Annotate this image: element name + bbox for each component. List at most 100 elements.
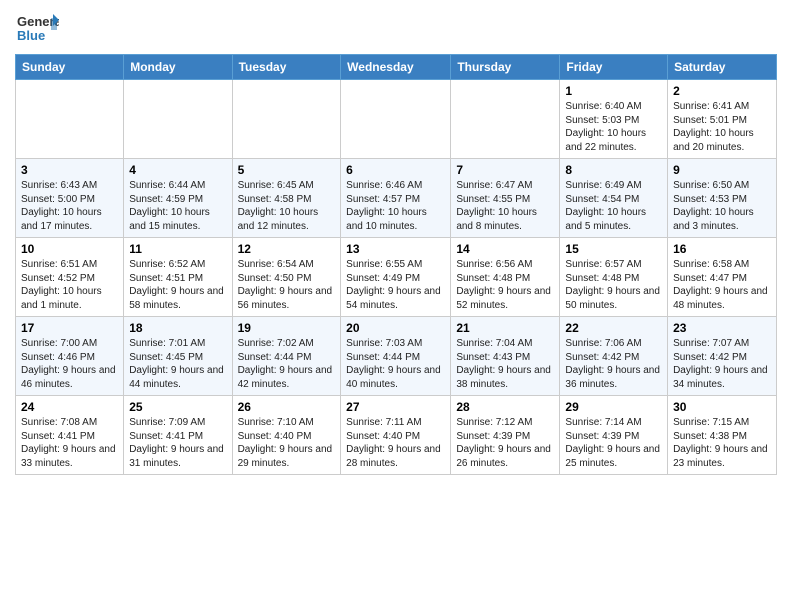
calendar-cell: 26 Sunrise: 7:10 AMSunset: 4:40 PMDayligh… <box>232 396 341 475</box>
day-number: 1 <box>565 84 662 98</box>
calendar-cell: 10 Sunrise: 6:51 AMSunset: 4:52 PMDayligh… <box>16 238 124 317</box>
calendar-cell: 25 Sunrise: 7:09 AMSunset: 4:41 PMDayligh… <box>124 396 232 475</box>
calendar-cell: 14 Sunrise: 6:56 AMSunset: 4:48 PMDayligh… <box>451 238 560 317</box>
calendar-cell: 6 Sunrise: 6:46 AMSunset: 4:57 PMDaylight… <box>341 159 451 238</box>
weekday-header: Friday <box>560 55 668 80</box>
weekday-header: Thursday <box>451 55 560 80</box>
day-info: Sunrise: 6:45 AMSunset: 4:58 PMDaylight:… <box>238 179 336 233</box>
day-info: Sunrise: 7:14 AMSunset: 4:39 PMDaylight:… <box>565 416 662 470</box>
day-number: 7 <box>456 163 554 177</box>
day-info: Sunrise: 7:15 AMSunset: 4:38 PMDaylight:… <box>673 416 771 470</box>
day-number: 18 <box>129 321 226 335</box>
weekday-header: Tuesday <box>232 55 341 80</box>
day-info: Sunrise: 7:11 AMSunset: 4:40 PMDaylight:… <box>346 416 445 470</box>
day-number: 15 <box>565 242 662 256</box>
calendar-cell <box>451 80 560 159</box>
weekday-header: Monday <box>124 55 232 80</box>
day-number: 20 <box>346 321 445 335</box>
day-number: 4 <box>129 163 226 177</box>
calendar-cell: 13Sunrise: 6:55 AMSunset: 4:49 PMDayligh… <box>341 238 451 317</box>
day-number: 29 <box>565 400 662 414</box>
weekday-header: Sunday <box>16 55 124 80</box>
day-number: 16 <box>673 242 771 256</box>
calendar-cell: 20 Sunrise: 7:03 AMSunset: 4:44 PMDayligh… <box>341 317 451 396</box>
day-number: 28 <box>456 400 554 414</box>
day-number: 11 <box>129 242 226 256</box>
day-number: 26 <box>238 400 336 414</box>
day-info: Sunrise: 7:00 AMSunset: 4:46 PMDaylight:… <box>21 337 118 391</box>
day-info: Sunrise: 7:07 AMSunset: 4:42 PMDaylight:… <box>673 337 771 391</box>
day-info: Sunrise: 7:12 AMSunset: 4:39 PMDaylight:… <box>456 416 554 470</box>
day-info: Sunrise: 6:51 AMSunset: 4:52 PMDaylight:… <box>21 258 118 312</box>
day-info: Sunrise: 7:03 AMSunset: 4:44 PMDaylight:… <box>346 337 445 391</box>
day-number: 6 <box>346 163 445 177</box>
day-number: 2 <box>673 84 771 98</box>
calendar-cell: 15 Sunrise: 6:57 AMSunset: 4:48 PMDayligh… <box>560 238 668 317</box>
day-number: 25 <box>129 400 226 414</box>
day-info: Sunrise: 7:10 AMSunset: 4:40 PMDaylight:… <box>238 416 336 470</box>
day-number: 5 <box>238 163 336 177</box>
day-info: Sunrise: 6:58 AMSunset: 4:47 PMDaylight:… <box>673 258 771 312</box>
day-info: Sunrise: 7:08 AMSunset: 4:41 PMDaylight:… <box>21 416 118 470</box>
page: General Blue SundayMondayTuesdayWednesda… <box>0 0 792 612</box>
calendar-cell: 4 Sunrise: 6:44 AMSunset: 4:59 PMDaylight… <box>124 159 232 238</box>
calendar-cell: 24Sunrise: 7:08 AMSunset: 4:41 PMDayligh… <box>16 396 124 475</box>
day-info: Sunrise: 7:04 AMSunset: 4:43 PMDaylight:… <box>456 337 554 391</box>
day-info: Sunrise: 6:50 AMSunset: 4:53 PMDaylight:… <box>673 179 771 233</box>
day-info: Sunrise: 7:09 AMSunset: 4:41 PMDaylight:… <box>129 416 226 470</box>
day-info: Sunrise: 6:57 AMSunset: 4:48 PMDaylight:… <box>565 258 662 312</box>
day-info: Sunrise: 6:52 AMSunset: 4:51 PMDaylight:… <box>129 258 226 312</box>
calendar-cell: 19 Sunrise: 7:02 AMSunset: 4:44 PMDayligh… <box>232 317 341 396</box>
day-info: Sunrise: 6:43 AMSunset: 5:00 PMDaylight:… <box>21 179 118 233</box>
calendar-cell <box>16 80 124 159</box>
day-number: 13 <box>346 242 445 256</box>
calendar-header: SundayMondayTuesdayWednesdayThursdayFrid… <box>16 55 777 80</box>
day-number: 17 <box>21 321 118 335</box>
weekday-header: Wednesday <box>341 55 451 80</box>
day-number: 21 <box>456 321 554 335</box>
calendar-cell: 30 Sunrise: 7:15 AMSunset: 4:38 PMDayligh… <box>668 396 777 475</box>
svg-text:Blue: Blue <box>17 28 45 43</box>
day-info: Sunrise: 7:01 AMSunset: 4:45 PMDaylight:… <box>129 337 226 391</box>
calendar-cell <box>341 80 451 159</box>
day-number: 23 <box>673 321 771 335</box>
logo-icon: General Blue <box>15 10 59 46</box>
day-number: 3 <box>21 163 118 177</box>
calendar-cell: 22Sunrise: 7:06 AMSunset: 4:42 PMDayligh… <box>560 317 668 396</box>
calendar-cell: 7 Sunrise: 6:47 AMSunset: 4:55 PMDaylight… <box>451 159 560 238</box>
calendar-cell: 3 Sunrise: 6:43 AMSunset: 5:00 PMDaylight… <box>16 159 124 238</box>
calendar-cell: 21 Sunrise: 7:04 AMSunset: 4:43 PMDayligh… <box>451 317 560 396</box>
day-info: Sunrise: 6:47 AMSunset: 4:55 PMDaylight:… <box>456 179 554 233</box>
calendar-cell: 18 Sunrise: 7:01 AMSunset: 4:45 PMDayligh… <box>124 317 232 396</box>
day-info: Sunrise: 6:40 AMSunset: 5:03 PMDaylight:… <box>565 100 662 154</box>
calendar-cell: 17 Sunrise: 7:00 AMSunset: 4:46 PMDayligh… <box>16 317 124 396</box>
day-number: 27 <box>346 400 445 414</box>
day-number: 22 <box>565 321 662 335</box>
calendar-cell <box>124 80 232 159</box>
calendar-cell: 29 Sunrise: 7:14 AMSunset: 4:39 PMDayligh… <box>560 396 668 475</box>
day-number: 10 <box>21 242 118 256</box>
calendar-cell: 8 Sunrise: 6:49 AMSunset: 4:54 PMDaylight… <box>560 159 668 238</box>
day-info: Sunrise: 6:46 AMSunset: 4:57 PMDaylight:… <box>346 179 445 233</box>
day-number: 14 <box>456 242 554 256</box>
weekday-header: Saturday <box>668 55 777 80</box>
day-number: 30 <box>673 400 771 414</box>
calendar-cell: 2 Sunrise: 6:41 AMSunset: 5:01 PMDaylight… <box>668 80 777 159</box>
calendar-cell: 28 Sunrise: 7:12 AMSunset: 4:39 PMDayligh… <box>451 396 560 475</box>
calendar-cell: 1 Sunrise: 6:40 AMSunset: 5:03 PMDaylight… <box>560 80 668 159</box>
calendar-cell: 9Sunrise: 6:50 AMSunset: 4:53 PMDaylight… <box>668 159 777 238</box>
calendar-cell <box>232 80 341 159</box>
day-number: 12 <box>238 242 336 256</box>
day-number: 19 <box>238 321 336 335</box>
calendar-cell: 5 Sunrise: 6:45 AMSunset: 4:58 PMDaylight… <box>232 159 341 238</box>
day-number: 8 <box>565 163 662 177</box>
calendar-cell: 23 Sunrise: 7:07 AMSunset: 4:42 PMDayligh… <box>668 317 777 396</box>
day-info: Sunrise: 6:49 AMSunset: 4:54 PMDaylight:… <box>565 179 662 233</box>
day-info: Sunrise: 6:41 AMSunset: 5:01 PMDaylight:… <box>673 100 771 154</box>
day-info: Sunrise: 7:02 AMSunset: 4:44 PMDaylight:… <box>238 337 336 391</box>
day-info: Sunrise: 6:54 AMSunset: 4:50 PMDaylight:… <box>238 258 336 312</box>
calendar-cell: 27 Sunrise: 7:11 AMSunset: 4:40 PMDayligh… <box>341 396 451 475</box>
day-info: Sunrise: 6:44 AMSunset: 4:59 PMDaylight:… <box>129 179 226 233</box>
day-info: Sunrise: 6:56 AMSunset: 4:48 PMDaylight:… <box>456 258 554 312</box>
calendar-cell: 12 Sunrise: 6:54 AMSunset: 4:50 PMDayligh… <box>232 238 341 317</box>
